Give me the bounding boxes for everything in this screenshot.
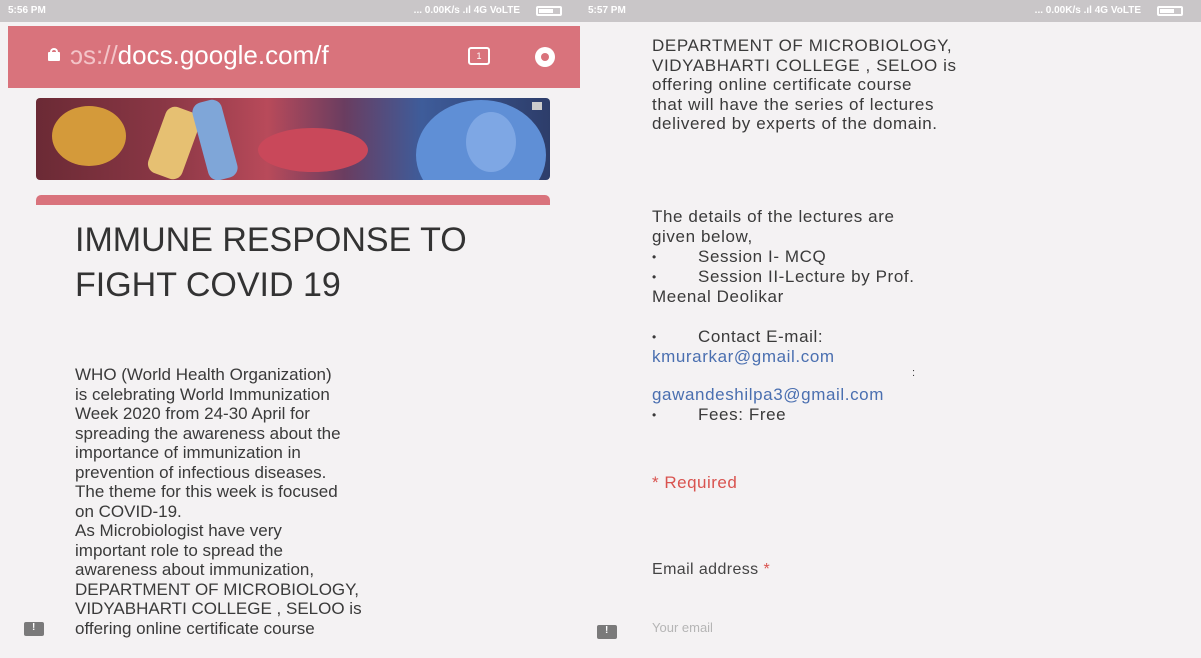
url-text: docs.google.com/f (117, 40, 329, 70)
details-intro: The details of the lectures are (652, 207, 895, 226)
description-line: As Microbiologist have very (75, 521, 282, 540)
status-bar-left: 5:56 PM ... 0.00K/s .ıl 4G VoLTE (0, 0, 580, 22)
description-line: importance of immunization in (75, 443, 301, 462)
feedback-icon[interactable] (24, 622, 44, 636)
form-title: IMMUNE RESPONSE TO FIGHT COVID 19 (75, 221, 467, 304)
description-line: prevention of infectious diseases. (75, 462, 327, 482)
description-line: on COVID-19. (75, 501, 182, 521)
description-line: DEPARTMENT OF MICROBIOLOGY, (75, 579, 360, 599)
description-line: The theme for this week is focused (75, 482, 338, 501)
tabs-icon[interactable]: 1 (468, 47, 490, 65)
email-label-text: Email address (652, 561, 759, 578)
fees-item: Fees: Free (652, 405, 1192, 425)
session-2-continued: Meenal Deolikar (652, 287, 784, 306)
description-line: delivered by experts of the domain. (652, 114, 938, 133)
network-status: ... 0.00K/s .ıl 4G VoLTE (413, 5, 520, 16)
description-line: VIDYABHARTI COLLEGE , SELOO is (75, 599, 362, 618)
download-icon[interactable] (535, 47, 555, 67)
description-line: important role to spread the (75, 540, 283, 560)
url-bar[interactable]: ɔs://docs.google.com/f (70, 40, 430, 71)
description-line: Week 2020 from 24-30 April for (75, 404, 310, 423)
email-input[interactable] (652, 616, 872, 638)
battery-icon (1157, 6, 1183, 16)
email-separator: : (912, 367, 916, 379)
description-line: WHO (World Health Organization) (75, 365, 332, 384)
description-line: DEPARTMENT OF MICROBIOLOGY, (652, 36, 953, 55)
details-intro: given below, (652, 227, 753, 246)
description-line: that will have the series of lectures (652, 94, 935, 114)
required-star: * (763, 561, 771, 578)
description-line: awareness about immunization, (75, 560, 315, 579)
description-line: spreading the awareness about the (75, 423, 341, 443)
description-line: is celebrating World Immunization (75, 384, 330, 404)
network-status: ... 0.00K/s .ıl 4G VoLTE (1034, 5, 1141, 16)
browser-toolbar: ɔs://docs.google.com/f 1 (8, 26, 580, 88)
description-line: offering online certificate course (75, 618, 315, 638)
battery-icon (536, 6, 562, 16)
email-field-label: Email address * (652, 561, 770, 579)
url-scheme: ɔs:// (70, 40, 118, 70)
required-note: * Required (652, 473, 738, 492)
form-accent-bar (36, 195, 550, 205)
lecture-details: The details of the lectures are given be… (652, 207, 1192, 425)
session-1-item: Session I- MCQ (652, 247, 1192, 267)
session-2-item: Session II-Lecture by Prof. (652, 267, 1192, 287)
form-description-left: WHO (World Health Organization) is celeb… (75, 365, 555, 638)
description-line: VIDYABHARTI COLLEGE , SELOO is (652, 55, 957, 75)
status-time: 5:57 PM (588, 5, 626, 16)
form-description-right: DEPARTMENT OF MICROBIOLOGY, VIDYABHARTI … (652, 36, 1192, 134)
status-time: 5:56 PM (8, 5, 46, 16)
lock-icon (48, 48, 60, 61)
contact-item: Contact E-mail: (652, 327, 1192, 347)
status-bar-right: 5:57 PM ... 0.00K/s .ıl 4G VoLTE (580, 0, 1201, 22)
contact-email-1[interactable]: kmurarkar@gmail.com (652, 347, 1192, 367)
feedback-icon[interactable] (597, 625, 617, 639)
contact-email-2[interactable]: gawandeshilpa3@gmail.com (652, 385, 1192, 405)
description-line: offering online certificate course (652, 75, 913, 94)
form-header-image (36, 98, 550, 180)
